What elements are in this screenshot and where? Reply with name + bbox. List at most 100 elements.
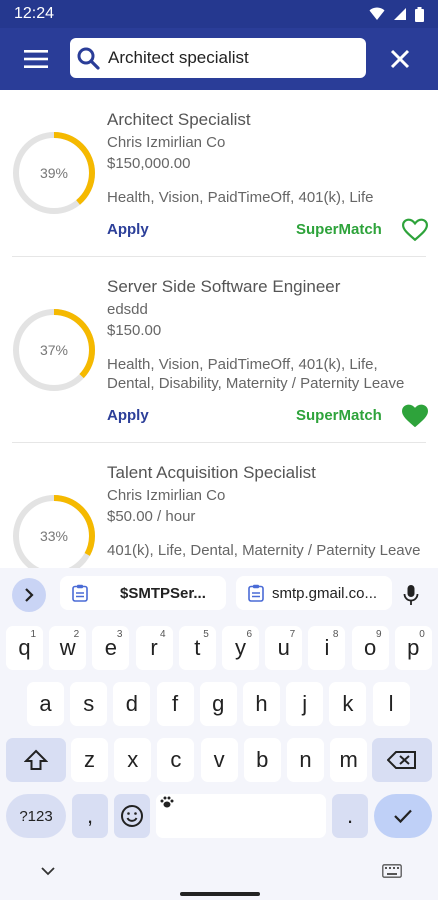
key-label: g	[212, 691, 225, 716]
key-n[interactable]: n	[287, 738, 324, 782]
key-b[interactable]: b	[243, 738, 281, 782]
period-key[interactable]: .	[332, 794, 368, 838]
heart-outline-icon[interactable]	[402, 218, 428, 242]
match-ring: 33%	[12, 494, 96, 568]
comma-key[interactable]: ,	[72, 794, 108, 838]
benefits: Health, Vision, PaidTimeOff, 401(k), Lif…	[107, 356, 405, 392]
key-label: o	[363, 635, 377, 660]
key-f[interactable]: f	[156, 682, 194, 726]
symbols-key[interactable]: ?123	[6, 794, 66, 838]
search-input[interactable]	[106, 47, 356, 69]
benefits: 401(k), Life, Dental, Maternity / Patern…	[107, 542, 421, 559]
key-p[interactable]: p0	[394, 626, 432, 670]
benefits: Health, Vision, PaidTimeOff, 401(k), Lif…	[107, 189, 374, 206]
chevron-right-icon[interactable]	[12, 578, 46, 612]
home-gesture-pill[interactable]	[180, 892, 260, 896]
key-hint: 3	[116, 629, 123, 640]
hamburger-menu-icon[interactable]	[14, 37, 58, 81]
match-percent: 37%	[39, 342, 69, 358]
key-h[interactable]: h	[243, 682, 280, 726]
key-u[interactable]: u7	[265, 626, 303, 670]
key-label: c	[170, 747, 182, 772]
heart-filled-icon[interactable]	[402, 404, 428, 428]
status-bar: 12:24	[0, 0, 438, 28]
key-label: t	[194, 635, 201, 660]
key-label: f	[172, 691, 179, 716]
key-w[interactable]: w2	[49, 626, 87, 670]
key-hint: 1	[30, 629, 36, 640]
key-label: y	[235, 635, 246, 660]
apply-button[interactable]: Apply	[107, 221, 149, 238]
emoji-key[interactable]	[114, 794, 150, 838]
key-k[interactable]: k	[329, 682, 367, 726]
key-o[interactable]: o9	[351, 626, 389, 670]
key-q[interactable]: q1	[6, 626, 43, 670]
key-j[interactable]: j	[286, 682, 324, 726]
key-x[interactable]: x	[114, 738, 152, 782]
company-name: Chris Izmirlian Co	[107, 487, 226, 504]
supermatch-button[interactable]: SuperMatch	[296, 221, 382, 238]
key-label: j	[302, 691, 308, 716]
company-name: Chris Izmirlian Co	[107, 134, 226, 151]
suggestion-text: smtp.gmail.co...	[272, 584, 378, 602]
match-percent: 33%	[39, 528, 69, 544]
key-hint: 0	[419, 629, 425, 640]
chevron-down-icon[interactable]	[40, 866, 56, 876]
key-c[interactable]: c	[157, 738, 195, 782]
emoji-icon	[121, 805, 143, 827]
key-hint: 6	[246, 629, 252, 640]
key-label: x	[127, 747, 139, 772]
job-title: Architect Specialist	[107, 110, 251, 129]
job-list: 39% Architect Specialist Chris Izmirlian…	[0, 90, 438, 568]
close-icon[interactable]	[382, 41, 418, 77]
key-label: i	[324, 635, 330, 660]
key-hint: 5	[203, 629, 209, 640]
key-t[interactable]: t5	[178, 626, 216, 670]
key-a[interactable]: a	[27, 682, 64, 726]
key-label: q	[18, 635, 31, 660]
salary: $150,000.00	[107, 155, 191, 172]
key-label: a	[39, 691, 52, 716]
shift-key[interactable]	[6, 738, 66, 782]
enter-key[interactable]	[374, 794, 432, 838]
key-i[interactable]: i8	[308, 626, 346, 670]
salary: $150.00	[107, 322, 162, 339]
keyboard-switch-icon[interactable]	[382, 864, 402, 878]
key-l[interactable]: l	[372, 682, 410, 726]
key-e[interactable]: e3	[92, 626, 130, 670]
key-hint: 4	[160, 629, 166, 640]
key-label: v	[213, 747, 225, 772]
space-key[interactable]	[156, 794, 326, 838]
clipboard-suggestion[interactable]: smtp.gmail.co...	[236, 576, 392, 610]
key-label: h	[255, 691, 268, 716]
wifi-icon	[369, 7, 385, 20]
key-label: z	[84, 747, 95, 772]
key-hint: 9	[376, 629, 382, 640]
app-bar	[0, 28, 438, 90]
key-m[interactable]: m	[330, 738, 368, 782]
key-d[interactable]: d	[113, 682, 151, 726]
key-z[interactable]: z	[71, 738, 108, 782]
search-box	[70, 38, 366, 78]
key-r[interactable]: r4	[135, 626, 173, 670]
status-icons	[369, 6, 424, 22]
paw-icon	[160, 796, 174, 808]
match-ring: 37%	[12, 308, 96, 392]
key-y[interactable]: y6	[222, 626, 259, 670]
key-label: r	[150, 635, 158, 660]
key-label: l	[388, 691, 394, 716]
key-s[interactable]: s	[70, 682, 108, 726]
apply-button[interactable]: Apply	[107, 407, 149, 424]
match-percent: 39%	[39, 165, 69, 181]
suggestion-text: $SMTPSer...	[120, 584, 206, 602]
key-label: s	[83, 691, 95, 716]
job-title: Talent Acquisition Specialist	[107, 463, 316, 482]
key-hint: 8	[332, 629, 339, 640]
key-v[interactable]: v	[200, 738, 238, 782]
key-g[interactable]: g	[199, 682, 237, 726]
battery-icon	[415, 6, 424, 22]
clipboard-suggestion[interactable]: $SMTPSer...	[60, 576, 226, 610]
microphone-icon[interactable]	[394, 578, 428, 612]
backspace-key[interactable]	[372, 738, 432, 782]
supermatch-button[interactable]: SuperMatch	[296, 407, 382, 424]
